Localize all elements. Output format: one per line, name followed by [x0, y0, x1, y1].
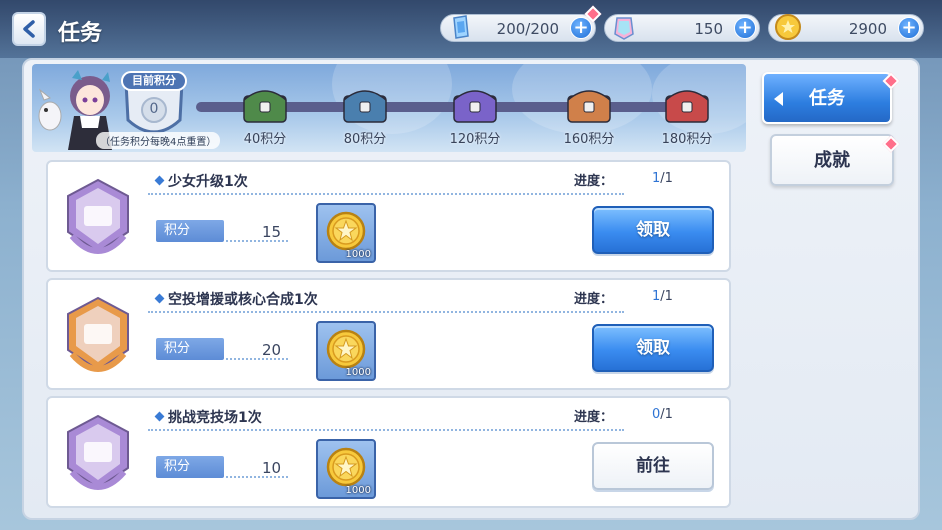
stamina-display: 200/200 + — [440, 14, 596, 42]
diamond-icon — [154, 175, 165, 186]
progress-value: 0/1 — [652, 407, 673, 422]
chest-icon — [343, 90, 387, 123]
page-title: 任务 — [58, 21, 103, 46]
chevron-left-icon — [774, 92, 783, 106]
milestone-chest-5[interactable]: 180积分 — [657, 82, 717, 152]
coin-icon — [326, 447, 366, 487]
milestone-label: 160积分 — [563, 132, 615, 147]
progress-value: 1/1 — [652, 289, 673, 304]
add-stamina-button[interactable]: + — [570, 17, 592, 39]
reward-quantity: 1000 — [345, 485, 371, 496]
coin-icon — [775, 14, 801, 40]
chest-icon — [665, 90, 709, 123]
reward-item[interactable]: 1000 — [316, 439, 376, 499]
chest-icon — [567, 90, 611, 123]
reward-quantity: 1000 — [345, 249, 371, 260]
milestone-label: 120积分 — [449, 132, 501, 147]
milestone-label: 40积分 — [243, 132, 287, 147]
quest-card: 少女升级1次 进度： 1/1 积分 15 1000 领取 — [46, 160, 731, 272]
milestone-chest-4[interactable]: 160积分 — [559, 82, 619, 152]
coin-icon — [326, 211, 366, 251]
back-button[interactable] — [12, 12, 46, 46]
gem-value: 150 — [694, 20, 723, 38]
quest-emblem-icon — [67, 414, 129, 490]
reset-note: （任务积分每晚4点重置） — [96, 132, 221, 149]
stamina-crystal-icon — [453, 15, 469, 39]
milestone-chest-3[interactable]: 120积分 — [445, 82, 505, 152]
coin-display: 2900 + — [768, 14, 924, 42]
points-value: 10 — [262, 459, 282, 477]
quest-title: 空投增援或核心合成1次 — [154, 289, 318, 309]
quest-card: 空投增援或核心合成1次 进度： 1/1 积分 20 1000 领取 — [46, 278, 731, 390]
milestone-label: 80积分 — [343, 132, 387, 147]
tab-quests-label: 任务 — [809, 88, 845, 109]
tab-quests[interactable]: 任务 — [762, 72, 892, 124]
quest-emblem-icon — [67, 296, 129, 372]
milestone-label: 180积分 — [661, 132, 713, 147]
gem-display: 150 + — [604, 14, 760, 42]
quest-emblem-icon — [67, 178, 129, 254]
reward-item[interactable]: 1000 — [316, 203, 376, 263]
add-gems-button[interactable]: + — [734, 17, 756, 39]
score-value: 0 — [149, 101, 159, 117]
milestone-chest-1[interactable]: 40积分 — [235, 82, 295, 152]
diamond-icon — [154, 293, 165, 304]
score-banner: 目前积分 0 （任务积分每晚4点重置） 40积分 80积分 120积分 160积分 18… — [32, 64, 746, 152]
add-coins-button[interactable]: + — [898, 17, 920, 39]
tab-achievements[interactable]: 成就 — [770, 134, 894, 186]
chevron-left-icon — [23, 20, 35, 38]
chest-icon — [243, 90, 287, 123]
points-label: 积分 — [156, 456, 224, 478]
claim-button[interactable]: 领取 — [592, 324, 714, 372]
tab-achievements-label: 成就 — [814, 150, 850, 171]
milestone-chest-2[interactable]: 80积分 — [335, 82, 395, 152]
go-button[interactable]: 前往 — [592, 442, 714, 490]
chest-icon — [453, 90, 497, 123]
reward-item[interactable]: 1000 — [316, 321, 376, 381]
claim-button[interactable]: 领取 — [592, 206, 714, 254]
progress-label: 进度： — [574, 410, 614, 425]
stamina-value: 200/200 — [496, 20, 559, 38]
quest-title: 挑战竞技场1次 — [154, 407, 262, 427]
score-label: 目前积分 — [132, 74, 176, 87]
points-label: 积分 — [156, 220, 224, 242]
progress-label: 进度： — [574, 292, 614, 307]
points-value: 15 — [262, 223, 282, 241]
gem-icon — [614, 17, 634, 40]
progress-label: 进度： — [574, 174, 614, 189]
progress-value: 1/1 — [652, 171, 673, 186]
quest-card: 挑战竞技场1次 进度： 0/1 积分 10 1000 前往 — [46, 396, 731, 508]
diamond-icon — [154, 411, 165, 422]
reward-quantity: 1000 — [345, 367, 371, 378]
quest-title: 少女升级1次 — [154, 171, 248, 191]
coin-value: 2900 — [848, 20, 887, 38]
points-value: 20 — [262, 341, 282, 359]
coin-icon — [326, 329, 366, 369]
points-label: 积分 — [156, 338, 224, 360]
